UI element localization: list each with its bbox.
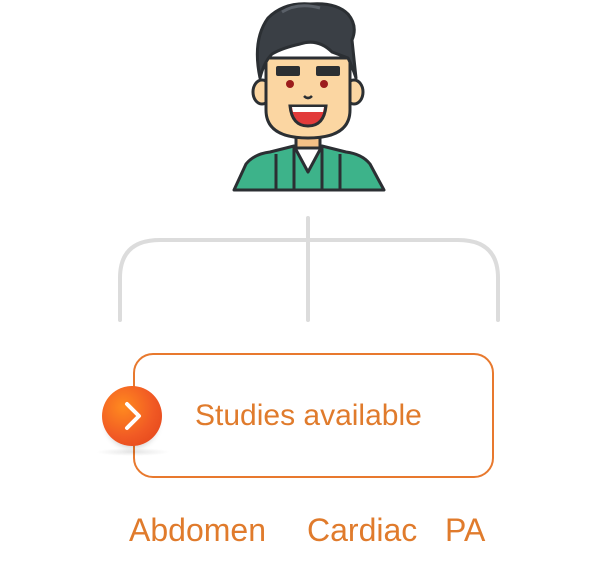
study-pa[interactable]: PA xyxy=(445,508,485,552)
studies-available-label: Studies available xyxy=(195,399,422,432)
study-abdomen[interactable]: Abdomen xyxy=(129,508,266,552)
button-shadow xyxy=(96,448,170,456)
study-cardiac[interactable]: Cardiac xyxy=(307,508,417,552)
chevron-right-icon xyxy=(125,402,141,430)
open-studies-button[interactable] xyxy=(102,386,162,446)
branch-connectors xyxy=(118,216,500,322)
